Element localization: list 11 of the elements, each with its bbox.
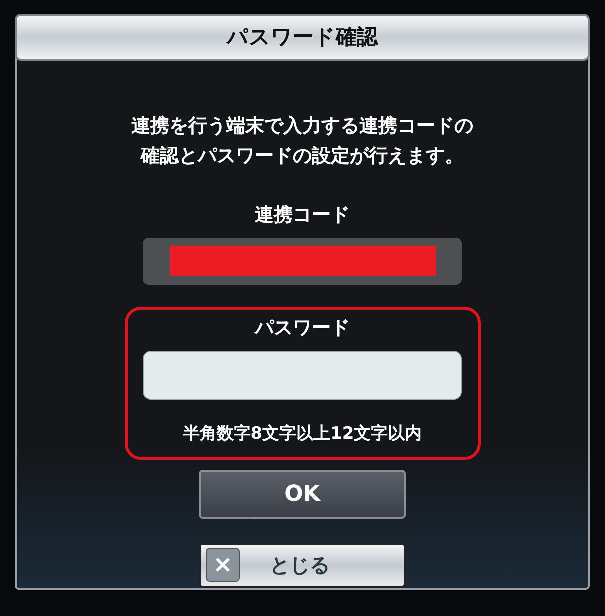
field-label: 連携コード (255, 203, 350, 228)
description-text: 連携を行う端末で入力する連携コードの (132, 114, 474, 139)
description-text: 確認とパスワードの設定が行えます。 (141, 144, 464, 169)
ok-button[interactable]: OK (199, 470, 406, 519)
field-label: パスワード (255, 316, 350, 342)
close-icon (206, 548, 240, 582)
hint-text: 半角数字8文字以上12文字以内 (182, 422, 422, 446)
window-title: パスワード確認 (15, 14, 590, 61)
code-field[interactable] (143, 238, 462, 286)
password-field[interactable] (143, 350, 462, 400)
close-button[interactable]: とじる (199, 542, 406, 588)
